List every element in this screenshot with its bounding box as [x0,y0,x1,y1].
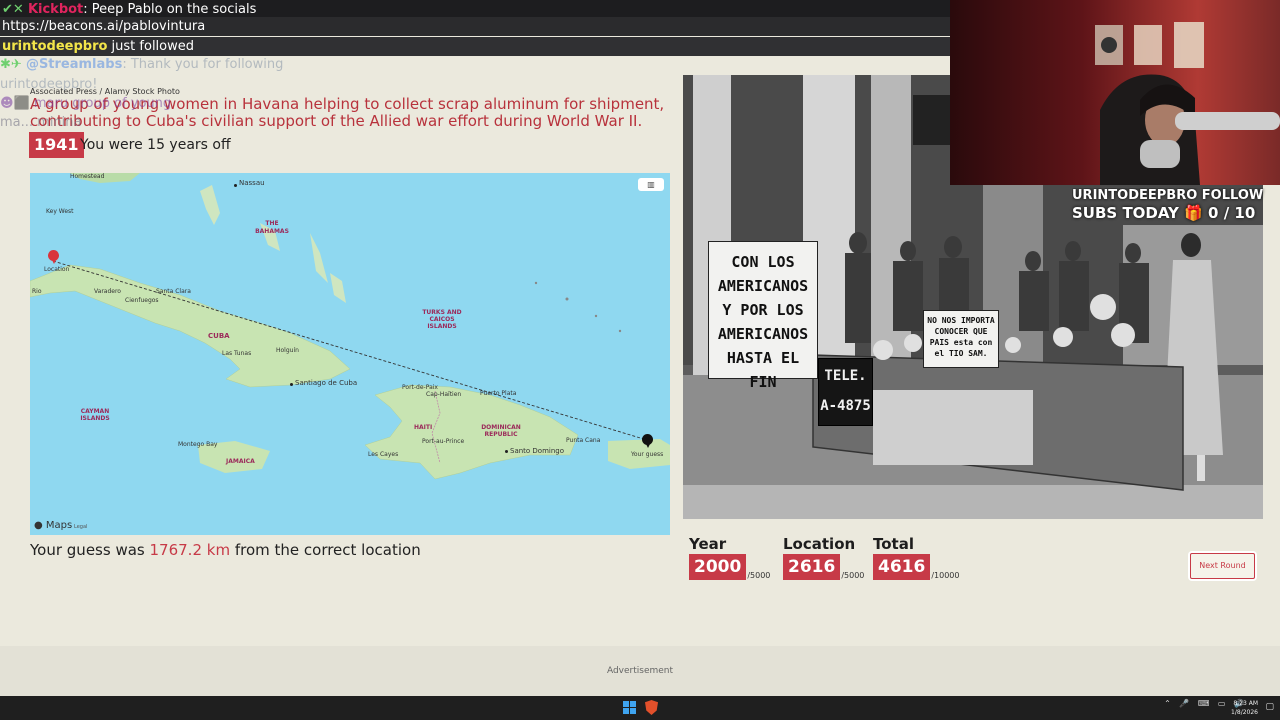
map-label-dominican: DOMINICAN REPUBLIC [481,424,521,438]
map-label-your-guess: Your guess [631,451,664,458]
latest-follower: URINTODEEPBRO FOLLOW [1072,188,1264,203]
total-score: Total 4616/10000 [873,535,959,580]
map-label-bahamas: THE BAHAMAS [255,220,289,235]
chat-message-follow: urintodeepbro just followed [0,37,950,56]
year-off-text: You were 15 years off [80,137,231,153]
clock-date: 1/8/2026 [1231,709,1258,716]
chat-link[interactable]: https://beacons.ai/pablovintura [2,19,205,34]
map-landmasses [30,173,670,480]
chat-text: : Thank you for following [122,57,284,72]
map-label-cap-haitien: Cap-Haïtien [426,391,462,398]
apple-icon: ● [34,520,43,531]
chat-emote-icon: ✔✕ [2,2,24,17]
year-score: Year 2000/5000 [689,535,770,580]
location-score: Location 2616/5000 [783,535,864,580]
map-label-cuba: CUBA [208,332,230,340]
map-label-rio: Rio [32,288,42,295]
notification-icon[interactable]: ▢ [1265,702,1274,712]
map-label-holguin: Holguín [276,347,299,354]
map-label-montego: Montego Bay [178,441,218,448]
map-label-port-au-prince: Port-au-Prince [422,438,465,445]
map-label-nassau: Nassau [239,179,265,187]
map-label-puerto-plata: Puerto Plata [480,390,517,397]
map-label-homestead: Homestead [70,173,105,180]
map-label-santa-clara: Santa Clara [156,288,191,295]
clock[interactable]: 8:23 AM 1/8/2026 [1231,699,1258,717]
year-score-label: Year [689,535,727,553]
chat-message-faded-2: ☻⬛ maru group of young [0,96,171,111]
map-label-varadero: Varadero [94,288,121,295]
map-label-turks-caicos: TURKS AND CAICOS ISLANDS [422,309,462,330]
map-city-dot [505,450,508,453]
protest-sign-1: CON LOS AMERICANOS Y POR LOS AMERICANOS … [708,241,818,391]
correct-location-pin-icon[interactable] [48,250,59,264]
chat-message-streamlabs: ✱✈ @Streamlabs: Thank you for following [0,57,283,72]
photo-credit: Associated Press / Alamy Stock Photo [30,87,180,96]
chat-username: Kickbot [27,2,84,17]
chat-text: maru group of young [33,96,172,111]
distance-prefix: Your guess was [30,541,150,559]
streamer-webcam [950,0,1280,185]
maps-legal-link[interactable]: Legal [74,524,87,530]
windows-start-icon[interactable] [623,701,636,714]
chat-message-link: https://beacons.ai/pablovintura [0,17,950,36]
map-label-port-de-paix: Port-de-Paix [402,384,438,391]
chat-emote-icon: ☻⬛ [0,96,30,111]
next-round-button[interactable]: Next Round [1190,553,1255,579]
chat-username: urintodeepbro [2,39,108,54]
stream-alert-overlay: URINTODEEPBRO FOLLOW SUBS TODAY 🎁 0 / 10 [1072,188,1280,222]
distance-suffix: from the correct location [230,541,421,559]
clock-time: 8:23 AM [1233,700,1258,707]
map-label-les-cayes: Les Cayes [368,451,399,458]
chat-emote-icon: ✱✈ [0,57,22,72]
map-city-dot [290,383,293,386]
year-score-max: /5000 [747,571,771,580]
maps-logo: ● Maps [34,520,73,531]
webcam-scene [1095,22,1280,185]
map-label-cayman: CAYMAN ISLANDS [80,408,110,422]
chat-username: @Streamlabs [25,57,123,72]
total-score-max: /10000 [931,571,960,580]
distance-result: Your guess was 1767.2 km from the correc… [30,541,421,559]
protest-sign-2: NO NOS IMPORTA CONOCER QUE PAIS esta con… [923,310,999,368]
location-score-label: Location [783,535,856,553]
map-label-haiti: HAITI [414,424,433,431]
map-city-dot [234,184,237,187]
year-score-value: 2000 [689,554,747,580]
map-layers-icon: ▥ [647,180,655,189]
distance-value: 1767.2 km [149,541,231,559]
brave-browser-icon[interactable] [645,700,658,715]
tray-chevron-icon[interactable]: ⌃ [1164,699,1171,708]
chat-text: just followed [107,39,194,54]
location-score-value: 2616 [783,554,841,580]
map-label-punta-cana: Punta Cana [566,437,601,444]
map-label-cienfuegos: Cienfuegos [125,297,159,304]
map-label-key-west: Key West [46,208,74,215]
taskbar: ⌃ 🎤 ⌨ ▭ 🔊 8:23 AM 1/8/2026 ▢ [0,696,1280,720]
crate-sign: TELE. A-4875 [818,358,873,426]
keyboard-icon[interactable]: ⌨ [1198,699,1210,708]
ad-label: Advertisement [606,666,674,676]
map-label-santo-domingo: Santo Domingo [510,447,565,455]
network-icon[interactable]: ▭ [1218,699,1226,708]
total-score-label: Total [873,535,914,553]
map-layers-button[interactable]: ▥ [638,178,664,191]
map-label-santiago: Santiago de Cuba [295,379,358,387]
map-label-location: Location [44,266,70,273]
microphone-icon[interactable]: 🎤 [1179,699,1189,708]
subs-goal: SUBS TODAY 🎁 0 / 10 [1072,204,1256,222]
chat-text: : Peep Pablo on the socials [83,2,257,17]
ad-banner: Advertisement [0,646,1280,696]
result-map[interactable]: Homestead Nassau Key West THE BAHAMAS Va… [30,173,670,535]
map-label-jamaica: JAMAICA [226,458,255,465]
correct-year-badge: 1941 [29,132,84,158]
total-score-value: 4616 [873,554,931,580]
guess-pin-icon[interactable] [642,434,653,448]
chat-message-faded-3: ma... minina [0,115,82,130]
map-label-las-tunas: Las Tunas [222,350,252,357]
location-score-max: /5000 [841,571,865,580]
